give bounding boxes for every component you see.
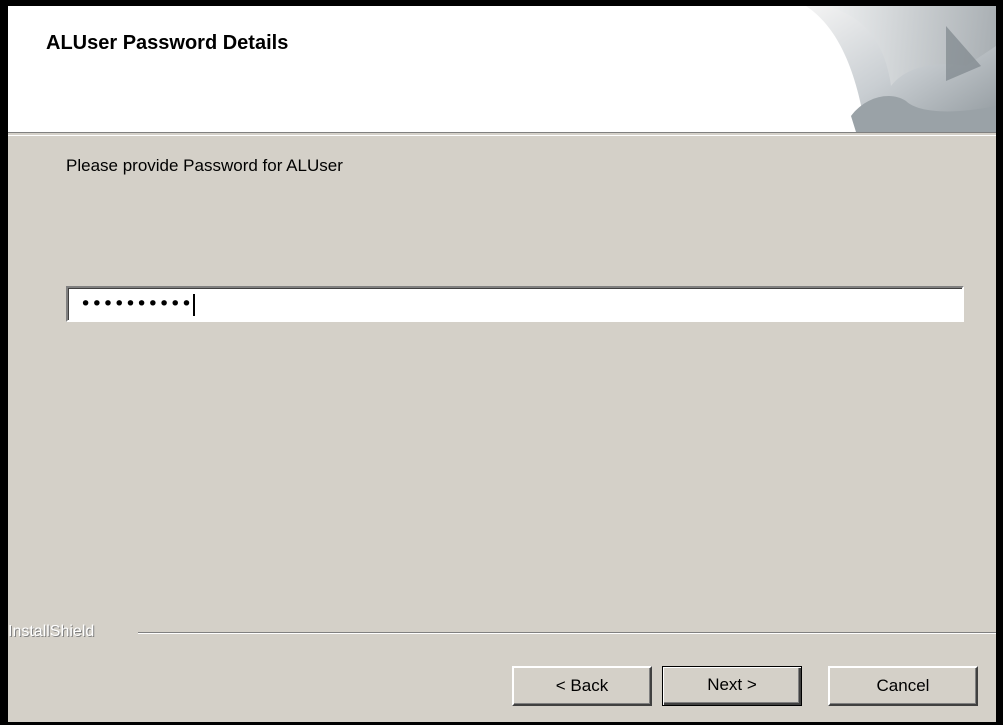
footer-divider (138, 632, 996, 634)
installshield-branding: InstallShield (8, 623, 996, 643)
next-button[interactable]: Next > (662, 666, 802, 706)
cancel-button[interactable]: Cancel (828, 666, 978, 706)
page-title: ALUser Password Details (46, 32, 289, 54)
password-value: •••••••••• (80, 293, 196, 316)
installshield-logo-graphic (806, 6, 996, 132)
back-button[interactable]: < Back (512, 666, 652, 706)
password-prompt: Please provide Password for ALUser (66, 156, 343, 175)
text-caret (193, 293, 196, 316)
header-banner: ALUser Password Details (8, 6, 996, 132)
header-divider (8, 132, 996, 136)
password-field[interactable]: •••••••••• (66, 286, 964, 322)
installer-dialog: ALUser Password Details Please provide P… (0, 0, 1003, 725)
installshield-label: InstallShield (8, 623, 95, 640)
